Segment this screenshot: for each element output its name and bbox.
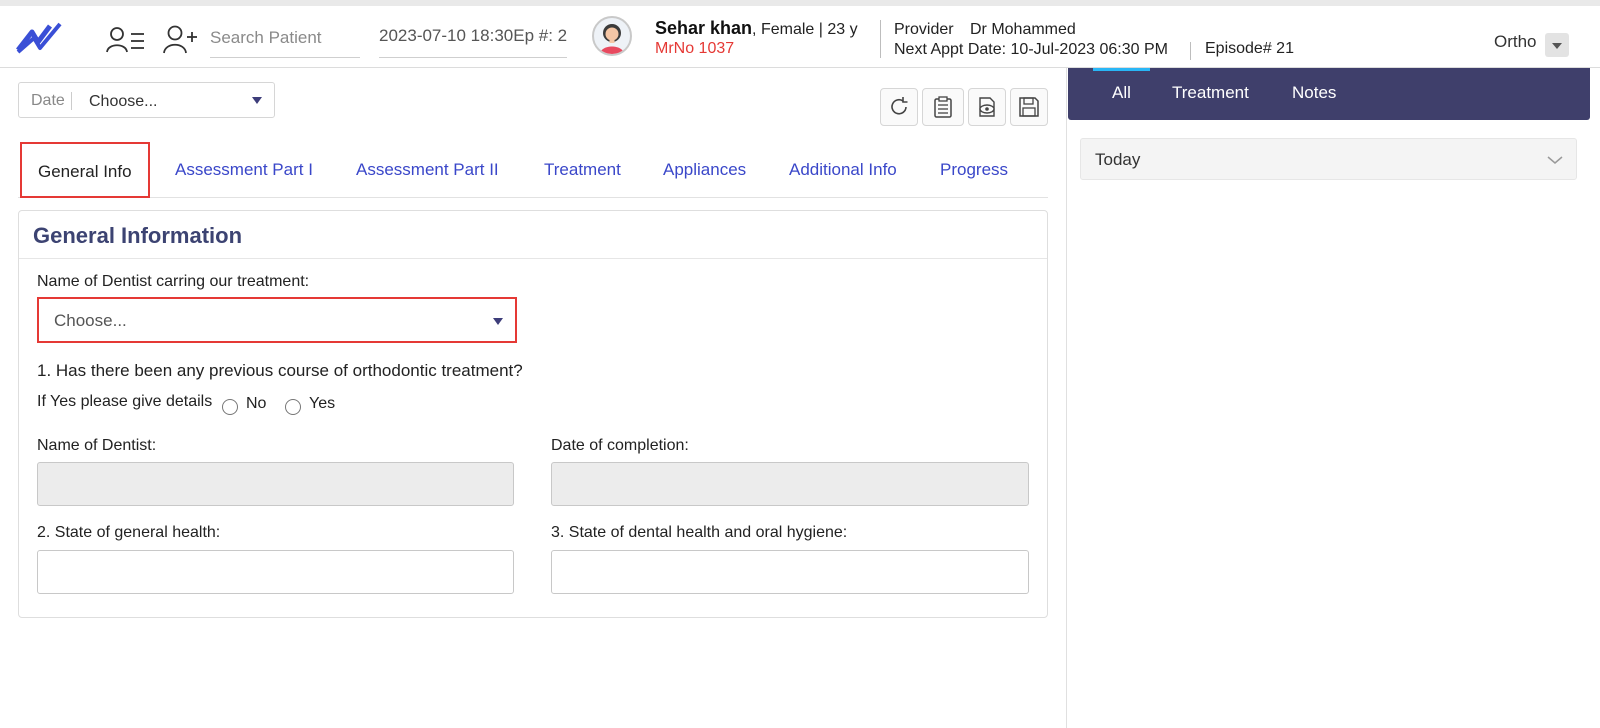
section-tabs: General Info Assessment Part I Assessmen…	[18, 142, 1048, 198]
preview-icon	[979, 97, 995, 117]
dentist-select[interactable]: Choose...	[37, 297, 517, 343]
provider-label: Provider	[894, 21, 954, 38]
provider-name: Dr Mohammed	[970, 21, 1076, 38]
provider-info: Provider Dr Mohammed Next Appt Date: 10-J…	[894, 20, 1168, 60]
clipboard-button[interactable]	[922, 88, 964, 126]
general-info-panel: General Information Name of Dentist carr…	[18, 210, 1048, 618]
top-bar: 2023-07-10 18:30Ep #: 21 Sehar khan, Fem…	[0, 0, 1600, 68]
save-icon	[1019, 97, 1039, 117]
dentist-select-value: Choose...	[54, 311, 127, 330]
tab-treatment[interactable]: Treatment	[544, 142, 621, 198]
search-patient-input[interactable]	[210, 18, 360, 58]
add-patient-icon[interactable]	[163, 24, 199, 54]
divider	[880, 20, 881, 58]
tab-assessment-part-2[interactable]: Assessment Part II	[356, 142, 499, 198]
date-value: Choose...	[89, 93, 158, 110]
side-tab-all[interactable]: All	[1112, 83, 1131, 103]
radio-yes[interactable]	[285, 399, 301, 415]
department-label: Ortho	[1494, 32, 1537, 51]
refresh-button[interactable]	[880, 88, 918, 126]
next-appt-label: Next Appt Date:	[894, 41, 1007, 58]
patient-meta: , Female | 23 y	[752, 21, 858, 38]
department-dropdown-button[interactable]	[1545, 33, 1569, 57]
app-logo-icon[interactable]	[16, 20, 62, 54]
dental-health-field[interactable]	[551, 550, 1029, 594]
clipboard-icon	[934, 96, 952, 118]
tab-progress[interactable]: Progress	[940, 142, 1008, 198]
refresh-icon	[891, 97, 908, 115]
date-label: Date	[31, 92, 72, 110]
question-1: 1. Has there been any previous course of…	[37, 361, 523, 380]
today-group[interactable]: Today	[1080, 138, 1577, 180]
patient-name[interactable]: Sehar khan	[655, 18, 752, 38]
question-3: 3. State of dental health and oral hygie…	[551, 524, 848, 541]
panel-title: General Information	[19, 211, 1047, 259]
radio-no[interactable]	[222, 399, 238, 415]
tab-assessment-part-1[interactable]: Assessment Part I	[175, 142, 313, 198]
avatar[interactable]	[592, 16, 632, 56]
date-select[interactable]: Date Choose...	[18, 82, 275, 118]
episode-number: Episode# 21	[1205, 40, 1294, 57]
patient-summary: Sehar khan, Female | 23 y MrNo 1037	[655, 18, 858, 58]
radio-yes-label[interactable]: Yes	[309, 395, 335, 413]
save-button[interactable]	[1010, 88, 1048, 126]
side-tab-treatment[interactable]: Treatment	[1172, 83, 1249, 103]
history-sidebar: All Treatment Notes Today	[1066, 68, 1600, 728]
divider	[1190, 42, 1191, 60]
patient-avatar-icon	[600, 24, 624, 54]
main-content: Date Choose... General Info Assessment P…	[0, 68, 1066, 728]
today-label: Today	[1095, 150, 1141, 169]
visit-info: 2023-07-10 18:30Ep #: 21	[379, 20, 567, 58]
active-tab-indicator	[1093, 68, 1150, 71]
details-label: If Yes please give details	[37, 393, 213, 410]
chevron-down-icon	[1547, 156, 1563, 164]
next-appt-value: 10-Jul-2023 06:30 PM	[1010, 41, 1168, 58]
tab-general-info[interactable]: General Info	[20, 142, 150, 198]
preview-button[interactable]	[968, 88, 1006, 126]
prev-dentist-label: Name of Dentist:	[37, 437, 157, 454]
completion-date-field[interactable]	[551, 462, 1029, 506]
dentist-label: Name of Dentist carring our treatment:	[37, 273, 310, 290]
patient-mrno: MrNo 1037	[655, 40, 735, 57]
patient-list-icon[interactable]	[106, 26, 146, 54]
completion-date-label: Date of completion:	[551, 437, 689, 454]
general-health-field[interactable]	[37, 550, 514, 594]
history-tabs: All Treatment Notes	[1068, 68, 1590, 120]
tab-appliances[interactable]: Appliances	[663, 142, 746, 198]
prev-dentist-field[interactable]	[37, 462, 514, 506]
chevron-down-icon	[493, 318, 503, 325]
tab-additional-info[interactable]: Additional Info	[789, 142, 897, 198]
radio-no-label[interactable]: No	[246, 395, 266, 413]
question-2: 2. State of general health:	[37, 524, 221, 541]
side-tab-notes[interactable]: Notes	[1292, 83, 1336, 103]
chevron-down-icon	[252, 97, 262, 104]
